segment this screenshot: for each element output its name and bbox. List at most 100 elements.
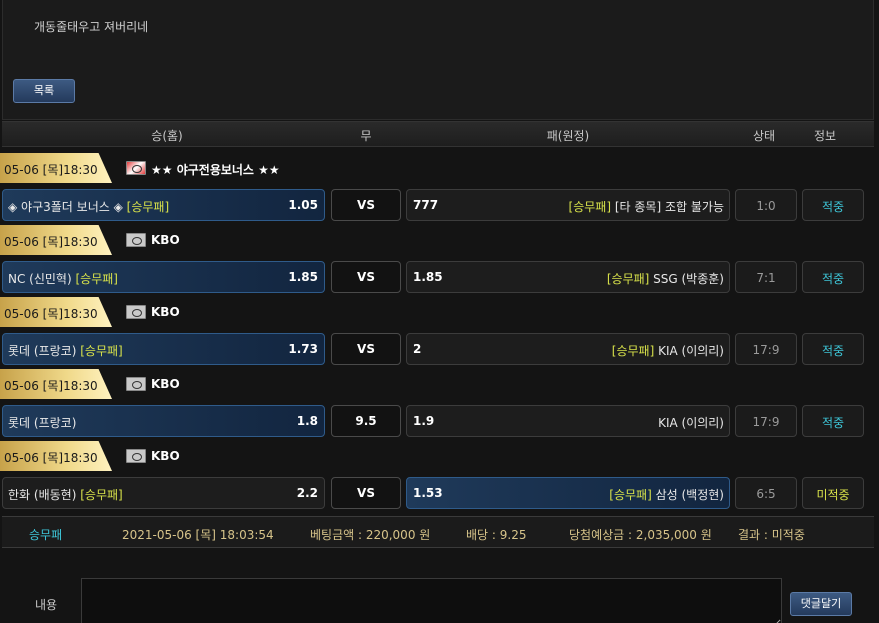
game-date: 05-06 [목]18:30	[4, 379, 98, 393]
comment-label: 내용	[35, 598, 58, 612]
result-cell[interactable]: 적중	[802, 405, 864, 437]
away-team-name: KIA (이의리)	[658, 416, 724, 430]
away-odds-button[interactable]: 2 [승무패] KIA (이의리)	[406, 333, 730, 365]
game-date: 05-06 [목]18:30	[4, 163, 98, 177]
home-odds: 1.73	[288, 342, 318, 356]
home-team: ◈ 야구3폴더 보너스 ◈ [승무패]	[8, 198, 169, 215]
away-team: [승무패] 삼성 (백정현)	[609, 486, 724, 503]
away-team: [승무패] KIA (이의리)	[612, 342, 724, 359]
draw-value: VS	[357, 270, 375, 284]
score-cell: 17:9	[735, 333, 797, 365]
league-name: ★★ 야구전용보너스 ★★	[151, 163, 280, 177]
home-odds-button[interactable]: 롯데 (프랑코) [승무패] 1.73	[2, 333, 325, 365]
away-odds: 777	[413, 198, 439, 212]
league-flag-icon	[126, 449, 146, 463]
header-draw: 무	[360, 129, 372, 143]
game-date: 05-06 [목]18:30	[4, 235, 98, 249]
bet-summary: 승무패 2021-05-06 [목] 18:03:54 베팅금액 : 220,0…	[2, 516, 874, 548]
summary-result: 결과 : 미적중	[738, 528, 805, 542]
league-name: KBO	[151, 233, 180, 247]
game-header: 05-06 [목]18:30 KBO	[0, 369, 879, 401]
date-tag: 05-06 [목]18:30	[0, 369, 112, 399]
comment-form: 내용 댓글달기	[0, 566, 879, 623]
summary-type: 승무패	[29, 528, 63, 542]
home-bet-type: [승무패]	[80, 344, 123, 358]
draw-value: VS	[357, 198, 375, 212]
draw-value: VS	[357, 342, 375, 356]
draw-value: VS	[357, 486, 375, 500]
comment-input[interactable]	[81, 578, 782, 623]
home-team-name: 롯데 (프랑코)	[8, 344, 77, 358]
draw-odds-button[interactable]: VS	[331, 261, 401, 293]
bet-row: NC (신민혁) [승무패] 1.85 VS 1.85 [승무패] SSG (박종훈) 7…	[0, 261, 879, 295]
game-score: 7:1	[756, 271, 776, 285]
bet-row: 롯데 (프랑코) 1.8 9.5 1.9 KIA (이의리) 17:9 적중	[0, 405, 879, 439]
date-tag: 05-06 [목]18:30	[0, 441, 112, 471]
away-team: KIA (이의리)	[658, 414, 724, 431]
home-odds-button[interactable]: NC (신민혁) [승무패] 1.85	[2, 261, 325, 293]
home-bet-type: [승무패]	[75, 272, 118, 286]
home-team-name: NC (신민혁)	[8, 272, 72, 286]
game-header: 05-06 [목]18:30 KBO	[0, 297, 879, 329]
result-cell[interactable]: 적중	[802, 189, 864, 221]
draw-odds-button[interactable]: VS	[331, 189, 401, 221]
result-cell[interactable]: 적중	[802, 333, 864, 365]
game-result: 적중	[821, 416, 845, 430]
league-name: KBO	[151, 377, 180, 391]
away-team-name: SSG (박종훈)	[653, 272, 724, 286]
post-text: 개동줄태우고 져버리네	[34, 20, 149, 34]
result-cell[interactable]: 적중	[802, 261, 864, 293]
away-odds-button[interactable]: 1.9 KIA (이의리)	[406, 405, 730, 437]
home-odds-button[interactable]: 롯데 (프랑코) 1.8	[2, 405, 325, 437]
league-flag-icon	[126, 305, 146, 319]
away-team: [승무패] [타 종목] 조합 불가능	[569, 198, 724, 215]
home-team: 한화 (배동현) [승무패]	[8, 486, 123, 503]
header-away: 패(원정)	[546, 129, 590, 143]
home-odds: 1.85	[288, 270, 318, 284]
home-bet-type: [승무패]	[80, 488, 123, 502]
away-bet-type: [승무패]	[606, 272, 650, 286]
home-odds-button[interactable]: 한화 (배동현) [승무패] 2.2	[2, 477, 325, 509]
reply-button[interactable]: 댓글달기	[790, 592, 852, 616]
away-team-name: [타 종목] 조합 불가능	[614, 200, 724, 214]
away-odds: 2	[413, 342, 422, 356]
result-cell[interactable]: 미적중	[802, 477, 864, 509]
bet-row: 한화 (배동현) [승무패] 2.2 VS 1.53 [승무패] 삼성 (백정현) 6:5…	[0, 477, 879, 511]
game-date: 05-06 [목]18:30	[4, 451, 98, 465]
home-team: NC (신민혁) [승무패]	[8, 270, 118, 287]
away-bet-type: [승무패]	[611, 344, 655, 358]
game-result: 적중	[821, 272, 845, 286]
away-odds-button[interactable]: 777 [승무패] [타 종목] 조합 불가능	[406, 189, 730, 221]
draw-odds-button[interactable]: 9.5	[331, 405, 401, 437]
league-name: KBO	[151, 449, 180, 463]
game-header: 05-06 [목]18:30 ★★ 야구전용보너스 ★★	[0, 153, 879, 185]
game-result: 적중	[821, 344, 845, 358]
bet-row: ◈ 야구3폴더 보너스 ◈ [승무패] 1.05 VS 777 [승무패] [타 종목]…	[0, 189, 879, 223]
post-content-area: 개동줄태우고 져버리네	[2, 0, 874, 65]
score-cell: 7:1	[735, 261, 797, 293]
away-bet-type: [승무패]	[568, 200, 612, 214]
game-score: 17:9	[752, 343, 780, 357]
league-flag-icon	[126, 161, 146, 175]
summary-odds: 배당 : 9.25	[466, 528, 527, 542]
away-odds: 1.53	[413, 486, 443, 500]
game-header: 05-06 [목]18:30 KBO	[0, 441, 879, 473]
header-home: 승(홈)	[151, 129, 183, 143]
game-result: 미적중	[816, 488, 850, 502]
header-state: 상태	[752, 129, 776, 143]
date-tag: 05-06 [목]18:30	[0, 225, 112, 255]
away-odds-button[interactable]: 1.85 [승무패] SSG (박종훈)	[406, 261, 730, 293]
header-info: 정보	[813, 129, 837, 143]
away-odds-button[interactable]: 1.53 [승무패] 삼성 (백정현)	[406, 477, 730, 509]
summary-expected-win: 당첨예상금 : 2,035,000 원	[569, 528, 712, 542]
game-date: 05-06 [목]18:30	[4, 307, 98, 321]
home-team: 롯데 (프랑코)	[8, 414, 76, 431]
draw-odds-button[interactable]: VS	[331, 477, 401, 509]
list-button[interactable]: 목록	[13, 79, 75, 103]
home-odds: 2.2	[296, 486, 318, 500]
home-odds-button[interactable]: ◈ 야구3폴더 보너스 ◈ [승무패] 1.05	[2, 189, 325, 221]
draw-odds-button[interactable]: VS	[331, 333, 401, 365]
home-odds: 1.8	[296, 414, 318, 428]
game-score: 6:5	[756, 487, 776, 501]
date-tag: 05-06 [목]18:30	[0, 297, 112, 327]
